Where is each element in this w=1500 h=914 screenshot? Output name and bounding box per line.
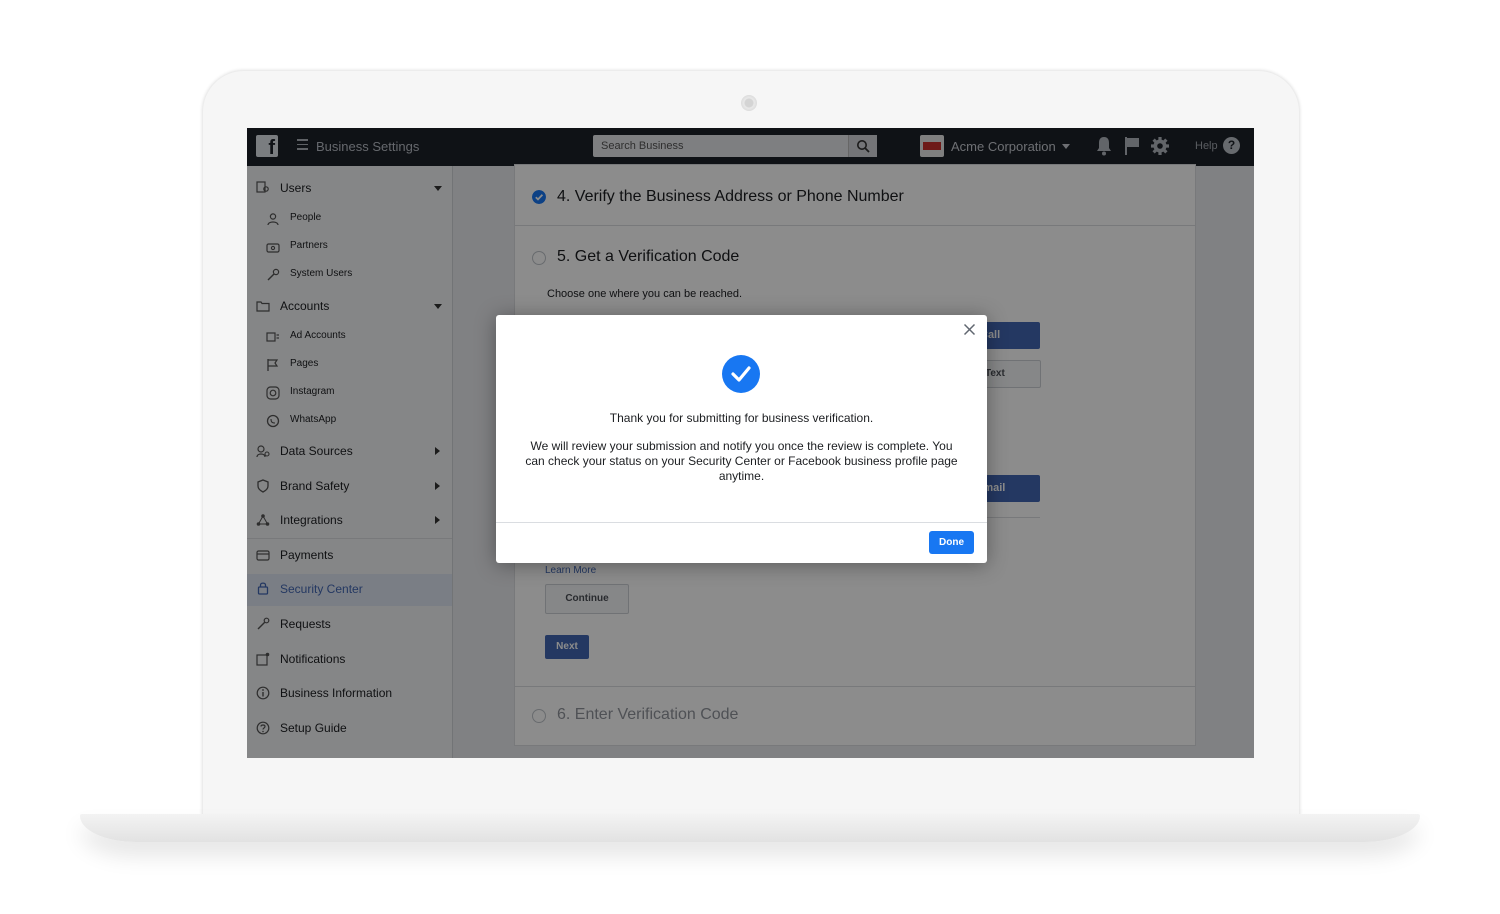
laptop-base [80,814,1420,842]
close-icon[interactable] [963,323,976,336]
confirmation-dialog: Thank you for submitting for business ve… [496,315,987,563]
done-button[interactable]: Done [929,531,974,554]
success-check-icon [722,355,760,393]
dialog-message: We will review your submission and notif… [525,439,958,483]
divider [496,522,987,523]
screen: f Business Settings Acme Corporation [247,128,1254,758]
camera-icon [741,95,757,111]
dialog-title: Thank you for submitting for business ve… [609,411,874,425]
